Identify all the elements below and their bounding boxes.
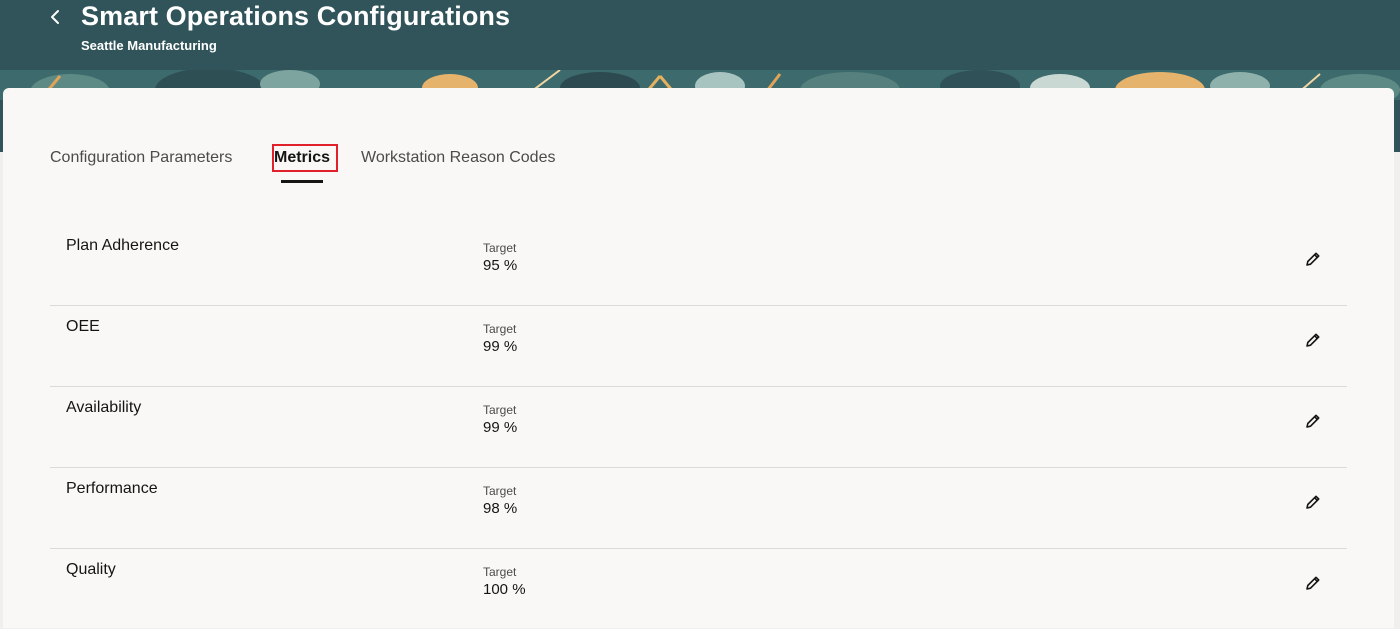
edit-button[interactable]: [1301, 247, 1325, 271]
target-value: 100 %: [483, 581, 526, 598]
edit-button[interactable]: [1301, 409, 1325, 433]
edit-button[interactable]: [1301, 490, 1325, 514]
metric-row-quality: Quality Target 100 %: [50, 549, 1347, 629]
target-label: Target: [483, 484, 517, 498]
target-value: 99 %: [483, 338, 518, 355]
tab-label: Configuration Parameters: [50, 149, 233, 166]
pencil-icon: [1306, 576, 1320, 590]
metric-name: Availability: [66, 399, 142, 416]
target-value: 95 %: [483, 257, 518, 274]
target-label: Target: [483, 565, 517, 579]
target-label: Target: [483, 403, 517, 417]
metrics-list: Plan Adherence Target 95 % OEE Target 99…: [50, 225, 1347, 629]
metric-row-performance: Performance Target 98 %: [50, 468, 1347, 549]
tab-metrics[interactable]: Metrics: [272, 144, 338, 183]
target-label: Target: [483, 241, 517, 255]
edit-button[interactable]: [1301, 328, 1325, 352]
metric-row-plan-adherence: Plan Adherence Target 95 %: [50, 225, 1347, 306]
page-subtitle: Seattle Manufacturing: [81, 38, 217, 53]
page-title: Smart Operations Configurations: [81, 1, 511, 31]
target-value: 99 %: [483, 419, 518, 436]
back-button[interactable]: [44, 4, 68, 30]
pencil-icon: [1306, 333, 1320, 347]
metric-name: OEE: [66, 318, 100, 335]
tab-configuration-parameters[interactable]: Configuration Parameters: [50, 146, 232, 176]
target-value: 98 %: [483, 500, 518, 517]
metric-name: Quality: [66, 561, 116, 578]
metric-row-availability: Availability Target 99 %: [50, 387, 1347, 468]
chevron-left-icon: [51, 10, 59, 24]
pencil-icon: [1306, 252, 1320, 266]
tab-label: Workstation Reason Codes: [361, 149, 556, 166]
active-tab-indicator: [281, 180, 324, 183]
pencil-icon: [1306, 414, 1320, 428]
tab-workstation-reason-codes[interactable]: Workstation Reason Codes: [361, 146, 555, 176]
edit-button[interactable]: [1301, 571, 1325, 595]
target-label: Target: [483, 322, 517, 336]
metric-name: Plan Adherence: [66, 237, 179, 254]
pencil-icon: [1306, 495, 1320, 509]
tab-highlight-box: [272, 144, 338, 172]
metric-row-oee: OEE Target 99 %: [50, 306, 1347, 387]
metric-name: Performance: [66, 480, 158, 497]
content-card: Configuration Parameters Metrics Worksta…: [3, 88, 1394, 628]
